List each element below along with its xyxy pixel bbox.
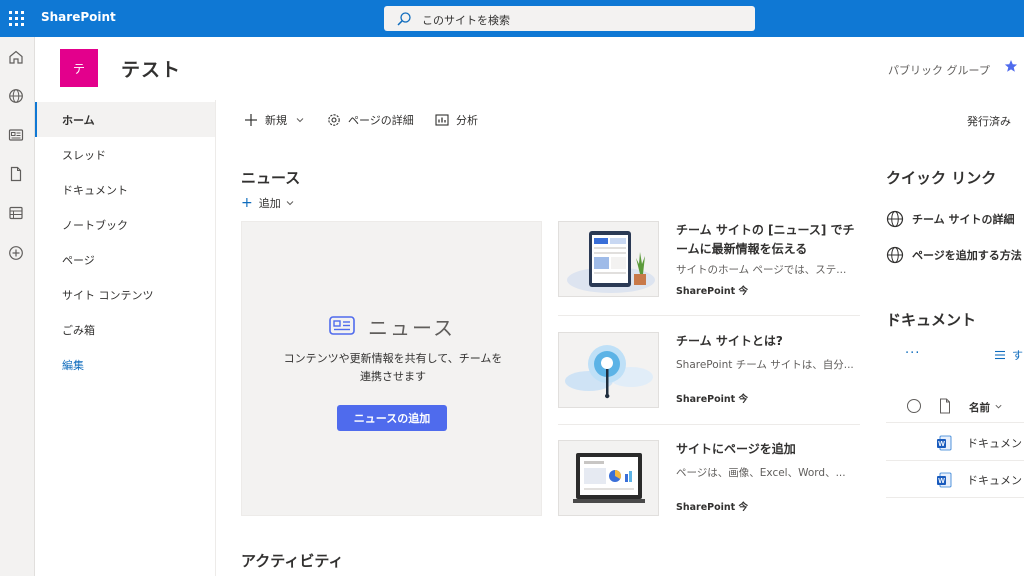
news-card-title[interactable]: チーム サイトの [ニュース] でチームに最新情報を伝える [676,221,860,259]
news-card-thumbnail [558,332,659,408]
globe-icon[interactable] [8,88,24,104]
search-box[interactable]: このサイトを検索 [384,6,755,31]
file-icon[interactable] [8,166,24,182]
site-logo[interactable]: テ [60,49,98,87]
document-name[interactable]: ドキュメン [967,435,1022,451]
news-card-meta: SharePoint 今 [676,283,748,297]
news-empty-title: ニュース [368,316,455,340]
more-options-button[interactable]: ··· [905,346,920,361]
page-details-button[interactable]: ページの詳細 [327,111,414,129]
word-document-icon: W [937,472,952,488]
view-options-button[interactable]: す [994,347,1023,363]
news-card-source: SharePoint [676,394,736,405]
news-card-description: ページは、画像、Excel、Word、... [676,467,846,479]
news-card-description: SharePoint チーム サイトは、自分... [676,359,854,371]
chevron-down-icon [286,201,294,206]
quick-link-label: ページを追加する方法 [912,249,1022,262]
documents-column-header: 名前 [886,389,1024,423]
news-empty-state: ニュース コンテンツや更新情報を共有して、チームを連携させます ニュースの追加 [241,221,542,516]
card-divider [558,424,860,425]
news-card-meta: SharePoint 今 [676,391,748,405]
svg-text:W: W [938,441,945,448]
nav-item-notebook[interactable]: ノートブック [35,207,215,242]
news-card-title[interactable]: サイトにページを追加 [676,440,860,459]
quick-link-item[interactable]: チーム サイトの詳細 [886,210,1015,228]
news-card-meta: SharePoint 今 [676,499,748,513]
news-add-label: 追加 [258,197,281,210]
news-card-time: 今 [738,286,749,297]
follow-star-icon[interactable] [1004,59,1018,73]
quick-links-heading: クイック リンク [886,169,997,187]
news-card-source: SharePoint [676,286,736,297]
news-card[interactable]: サイトにページを追加 ページは、画像、Excel、Word、... ShareP… [558,440,860,540]
news-card[interactable]: チーム サイトとは? SharePoint チーム サイトは、自分... Sha… [558,332,860,432]
document-row[interactable]: W ドキュメン [886,424,1024,461]
word-document-icon: W [937,435,952,451]
brand-name[interactable]: SharePoint [41,10,116,24]
search-icon [397,12,411,26]
plus-icon: + [241,195,253,211]
add-news-button[interactable]: ニュースの追加 [337,405,447,431]
news-card-description: サイトのホーム ページでは、ステ... [676,264,847,276]
gear-icon [328,114,340,126]
activity-heading: アクティビティ [241,552,344,570]
news-heading: ニュース [241,169,301,187]
new-button[interactable]: 新規 [244,111,312,129]
news-card-thumbnail [558,440,659,516]
news-card-title[interactable]: チーム サイトとは? [676,332,860,351]
nav-item-threads[interactable]: スレッド [35,137,215,172]
home-icon[interactable] [8,49,24,65]
news-add-button[interactable]: + 追加 [241,195,295,211]
add-circle-icon[interactable] [8,245,24,261]
document-row[interactable]: W ドキュメン [886,461,1024,498]
app-launcher-icon[interactable] [7,9,25,27]
chevron-down-icon [296,118,304,123]
search-placeholder: このサイトを検索 [422,14,510,27]
list-icon[interactable] [8,205,24,221]
new-label: 新規 [265,114,287,127]
card-divider [558,315,860,316]
file-type-icon [940,398,950,414]
page-details-label: ページの詳細 [348,114,414,127]
site-title[interactable]: テスト [121,55,181,82]
analytics-label: 分析 [456,114,478,127]
app-rail [0,37,35,576]
suite-bar: SharePoint このサイトを検索 [0,0,1024,37]
globe-icon [886,246,904,264]
view-options-label: す [1012,349,1023,362]
news-card-time: 今 [738,502,749,513]
list-view-icon [995,350,1005,360]
analytics-icon [435,114,449,126]
globe-icon [886,210,904,228]
name-column-header[interactable]: 名前 [969,400,990,415]
quick-link-label: チーム サイトの詳細 [912,213,1015,226]
quick-link-item[interactable]: ページを追加する方法 [886,246,1022,264]
news-card[interactable]: チーム サイトの [ニュース] でチームに最新情報を伝える サイトのホーム ペー… [558,221,860,321]
chevron-down-icon[interactable] [994,402,1003,411]
documents-heading: ドキュメント [886,311,977,329]
news-icon [329,316,355,335]
nav-item-recycle-bin[interactable]: ごみ箱 [35,312,215,347]
news-card-time: 今 [738,394,749,405]
site-navigation: ホーム スレッド ドキュメント ノートブック ページ サイト コンテンツ ごみ箱… [35,100,216,576]
nav-item-pages[interactable]: ページ [35,242,215,277]
nav-item-home[interactable]: ホーム [35,102,215,137]
nav-edit-link[interactable]: 編集 [35,347,215,382]
analytics-button[interactable]: 分析 [435,111,478,129]
news-card-thumbnail [558,221,659,297]
plus-icon [245,114,257,126]
select-all-circle-icon[interactable] [906,398,922,414]
news-empty-description: コンテンツや更新情報を共有して、チームを連携させます [283,352,503,383]
news-icon[interactable] [8,127,24,143]
document-name[interactable]: ドキュメン [967,472,1022,488]
publish-status: 発行済み [967,115,1011,128]
nav-item-site-contents[interactable]: サイト コンテンツ [35,277,215,312]
group-type-label: パブリック グループ [888,64,990,77]
news-card-source: SharePoint [676,502,736,513]
svg-text:W: W [938,478,945,485]
nav-item-documents[interactable]: ドキュメント [35,172,215,207]
